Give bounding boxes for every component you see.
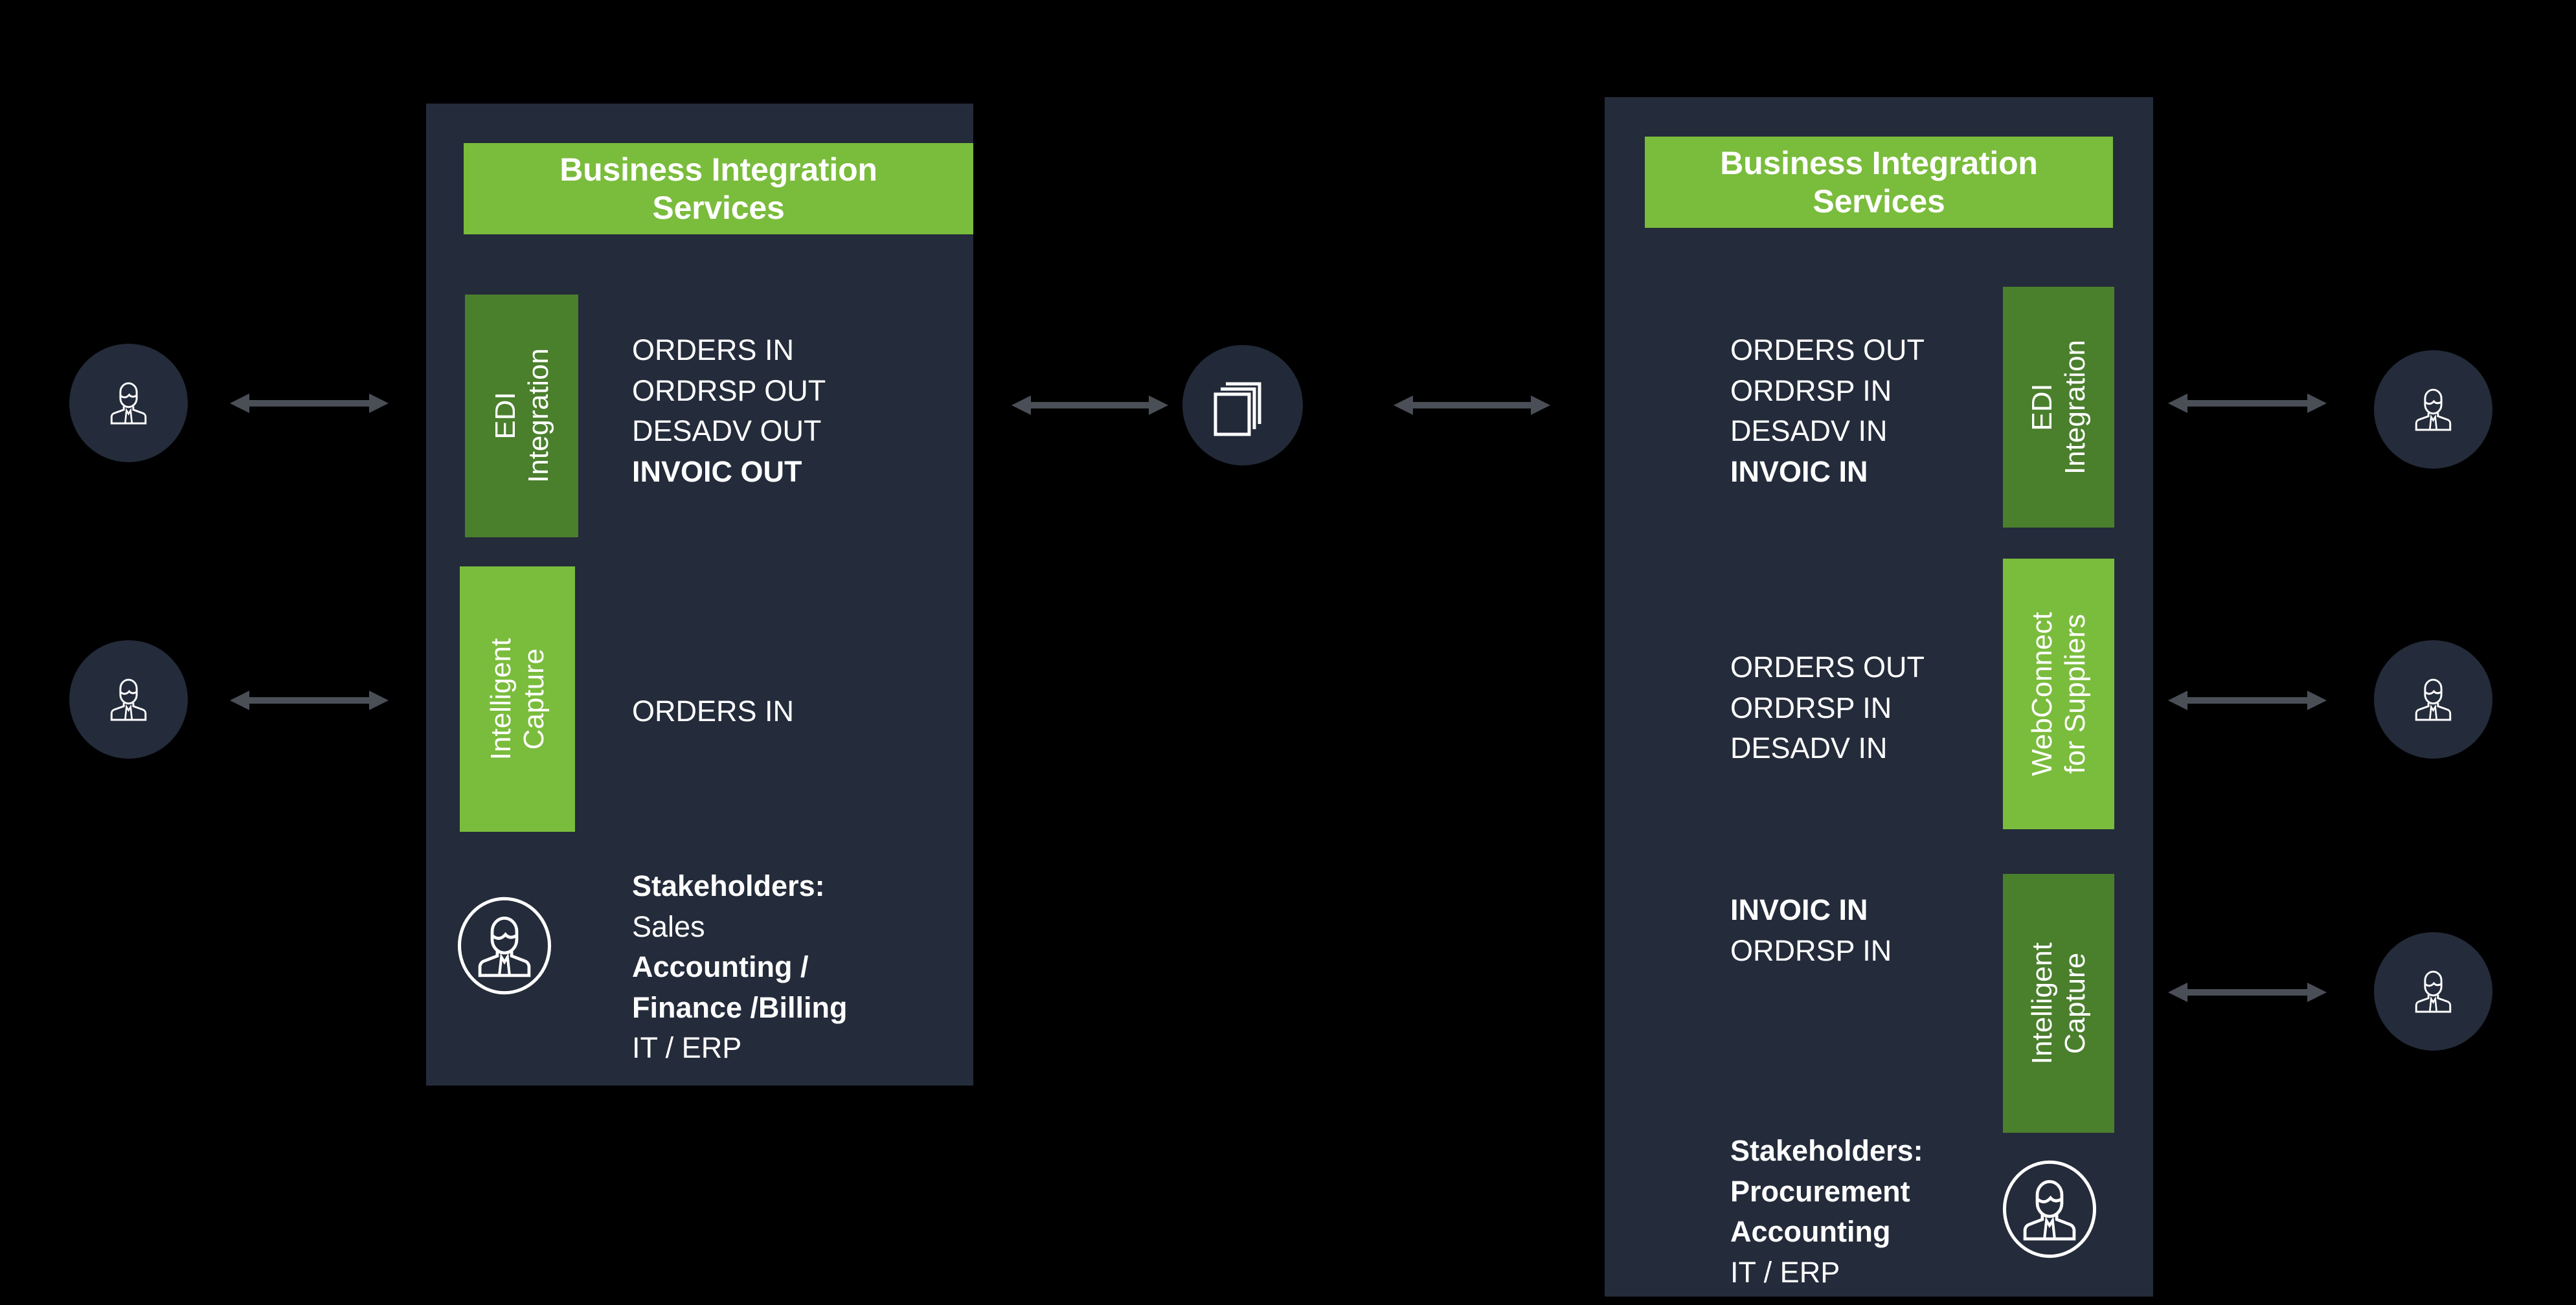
right-service-bar-edi-integration[interactable]: EDI Integration bbox=[2003, 287, 2114, 528]
right-webconnect-message-list: ORDERS OUT ORDRSP IN DESADV IN bbox=[1730, 647, 1925, 769]
right-capture-message-list: INVOIC IN ORDRSP IN bbox=[1730, 890, 1892, 971]
left-stakeholder-item-1: Accounting / bbox=[632, 950, 809, 984]
right-webconnect-message-line-1: ORDRSP IN bbox=[1730, 691, 1892, 724]
left-service-bar-edi-integration[interactable]: EDI Integration bbox=[465, 295, 578, 537]
left-edi-message-line-1: ORDRSP OUT bbox=[632, 374, 826, 407]
right-edi-message-line-1: ORDRSP IN bbox=[1730, 374, 1892, 407]
left-stakeholder-avatar-icon bbox=[453, 895, 556, 997]
right-panel-header: Business Integration Services bbox=[1645, 137, 2113, 228]
arrow-left-actor2-to-panel bbox=[230, 686, 389, 715]
left-stakeholder-item-3: IT / ERP bbox=[632, 1031, 742, 1065]
arrow-left-panel-to-hub bbox=[1011, 390, 1168, 420]
right-service-label-edi-integration: EDI Integration bbox=[2026, 340, 2091, 474]
arrow-left-actor1-to-panel bbox=[230, 388, 389, 418]
central-document-exchange-hub bbox=[1182, 345, 1303, 465]
right-stakeholder-heading: Stakeholders: bbox=[1730, 1134, 1923, 1167]
left-stakeholders-text: Stakeholders: Sales Accounting / Finance /B… bbox=[632, 866, 848, 1069]
left-edi-message-line-0: ORDERS IN bbox=[632, 333, 795, 366]
left-actor-customer-1[interactable] bbox=[69, 344, 188, 462]
right-service-label-webconnect-for-suppliers: WebConnect for Suppliers bbox=[2026, 612, 2091, 776]
right-edi-message-line-3: INVOIC IN bbox=[1730, 454, 1868, 488]
right-stakeholder-item-0: Procurement bbox=[1730, 1174, 1910, 1208]
left-stakeholder-heading: Stakeholders: bbox=[632, 869, 825, 902]
right-service-label-intelligent-capture: Intelligent Capture bbox=[2026, 942, 2092, 1065]
left-stakeholder-item-2: Finance /Billing bbox=[632, 990, 848, 1024]
business-person-icon bbox=[2415, 388, 2452, 431]
right-actor-supplier-2[interactable] bbox=[2374, 640, 2492, 759]
left-capture-message-line-0: ORDERS IN bbox=[632, 695, 795, 728]
right-stakeholders-text: Stakeholders: Procurement Accounting IT / E… bbox=[1730, 1131, 1923, 1293]
left-panel-header: Business Integration Services bbox=[464, 143, 973, 234]
arrow-right-panel-to-actor3 bbox=[2168, 977, 2327, 1007]
arrow-right-panel-to-actor1 bbox=[2168, 388, 2327, 418]
right-capture-message-line-0: INVOIC IN bbox=[1730, 893, 1868, 926]
right-edi-message-line-0: ORDERS OUT bbox=[1730, 333, 1925, 366]
right-stakeholder-avatar-icon bbox=[1998, 1158, 2101, 1260]
right-stakeholder-item-2: IT / ERP bbox=[1730, 1255, 1840, 1289]
right-service-bar-webconnect-for-suppliers[interactable]: WebConnect for Suppliers bbox=[2003, 559, 2114, 829]
arrow-hub-to-right-panel bbox=[1394, 390, 1550, 420]
left-service-bar-intelligent-capture[interactable]: Intelligent Capture bbox=[460, 566, 575, 832]
left-edi-message-list: ORDERS IN ORDRSP OUT DESADV OUT INVOIC OUT bbox=[632, 330, 826, 492]
left-actor-customer-2[interactable] bbox=[69, 640, 188, 759]
right-edi-message-line-2: DESADV IN bbox=[1730, 414, 1888, 448]
arrow-right-panel-to-actor2 bbox=[2168, 686, 2327, 715]
left-stakeholder-item-0: Sales bbox=[632, 909, 705, 943]
right-service-bar-intelligent-capture[interactable]: Intelligent Capture bbox=[2003, 874, 2114, 1133]
left-edi-message-line-3: INVOIC OUT bbox=[632, 454, 802, 488]
left-service-label-edi-integration: EDI Integration bbox=[489, 348, 554, 484]
business-person-icon bbox=[110, 382, 147, 425]
left-capture-message-list: ORDERS IN bbox=[632, 691, 794, 732]
business-person-icon bbox=[2415, 970, 2452, 1013]
right-actor-supplier-3[interactable] bbox=[2374, 932, 2492, 1051]
right-stakeholder-item-1: Accounting bbox=[1730, 1215, 1891, 1249]
right-capture-message-line-1: ORDRSP IN bbox=[1730, 933, 1892, 967]
documents-stack-icon bbox=[1214, 382, 1261, 436]
right-webconnect-message-line-2: DESADV IN bbox=[1730, 731, 1888, 765]
right-actor-supplier-1[interactable] bbox=[2374, 350, 2492, 469]
business-person-icon bbox=[110, 678, 147, 721]
left-edi-message-line-2: DESADV OUT bbox=[632, 414, 822, 448]
diagram-canvas: Business Integration Services EDI Integrat… bbox=[0, 0, 2576, 1305]
right-edi-message-list: ORDERS OUT ORDRSP IN DESADV IN INVOIC IN bbox=[1730, 330, 1925, 492]
business-person-icon bbox=[2415, 678, 2452, 721]
right-webconnect-message-line-0: ORDERS OUT bbox=[1730, 651, 1925, 684]
left-service-label-intelligent-capture: Intelligent Capture bbox=[484, 638, 550, 761]
